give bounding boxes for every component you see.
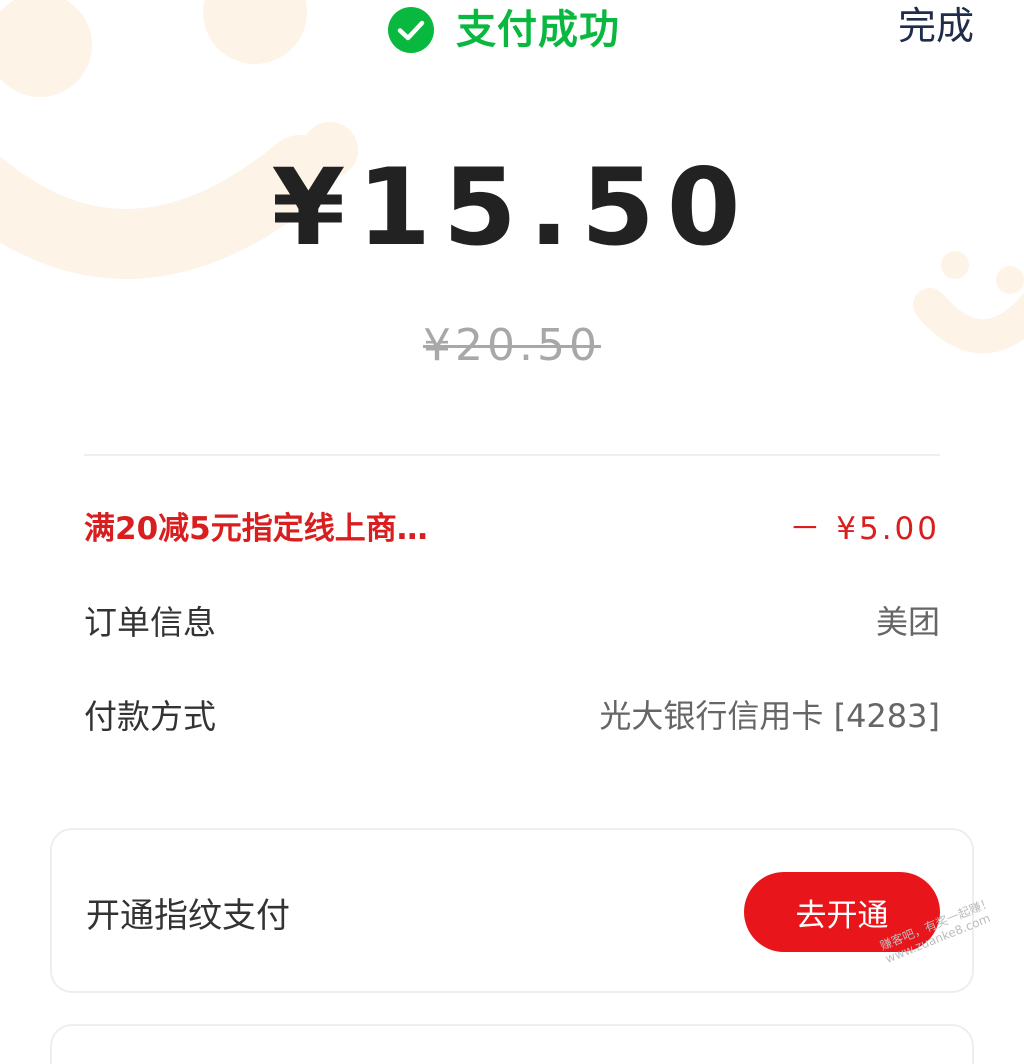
divider — [84, 454, 940, 456]
deco-eye-right-2 — [996, 266, 1024, 294]
order-info-value: 美团 — [875, 603, 940, 641]
discount-row: 满20减5元指定线上商… － ¥5.00 — [84, 500, 940, 550]
check-circle-icon — [388, 7, 434, 53]
done-button[interactable]: 完成 — [898, 2, 974, 50]
payment-method-row: 付款方式 光大银行信用卡 [4283] — [84, 689, 940, 739]
discount-label: 满20减5元指定线上商… — [84, 510, 428, 547]
original-amount: ¥20.50 — [423, 320, 601, 371]
payment-status: 支付成功 — [388, 2, 620, 58]
order-info-row: 订单信息 美团 — [84, 595, 940, 645]
fingerprint-label: 开通指纹支付 — [86, 896, 290, 936]
next-card — [50, 1024, 974, 1064]
order-info-label: 订单信息 — [84, 603, 216, 642]
paid-amount: ¥15.50 — [271, 146, 753, 269]
status-text: 支付成功 — [456, 7, 620, 53]
fingerprint-payment-card: 开通指纹支付 去开通 — [50, 828, 974, 993]
discount-value: － ¥5.00 — [789, 510, 940, 547]
header: 支付成功 完成 — [0, 0, 1024, 60]
payment-method-value: 光大银行信用卡 [4283] — [599, 697, 940, 735]
payment-method-label: 付款方式 — [84, 697, 216, 736]
